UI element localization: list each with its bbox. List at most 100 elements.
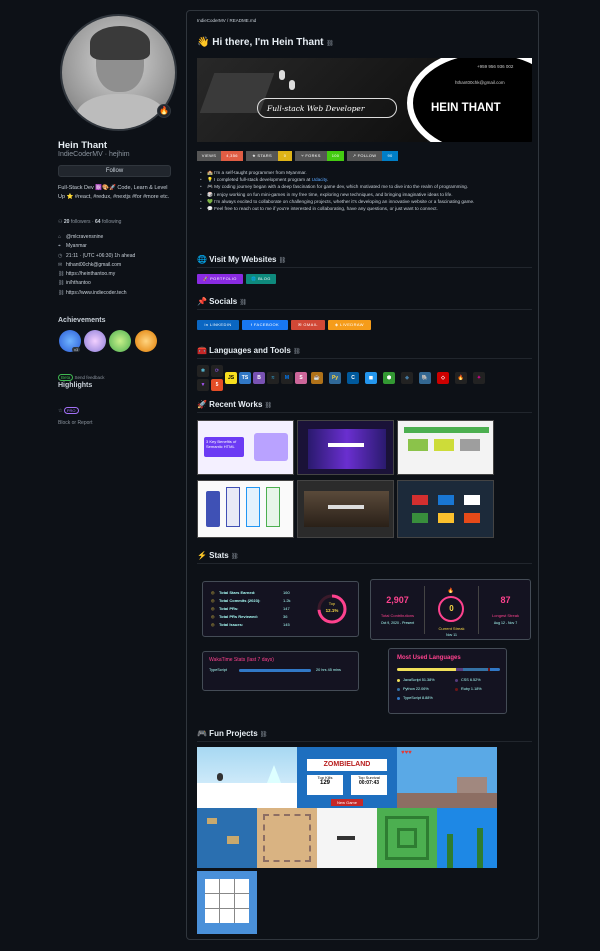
project-platformer[interactable]: ♥♥♥	[397, 747, 497, 808]
work-thumbnail-game-site[interactable]	[297, 420, 394, 475]
work-thumbnail-landing[interactable]	[297, 480, 394, 538]
github-stats-card[interactable]: ◎ Total Stars Earned: 160 ◎ Total Commits (2…	[202, 581, 359, 637]
stat-row-label: Total Stars Earned:	[219, 590, 256, 595]
org-icon: ⌂	[58, 234, 62, 240]
graphql-icon: ✦	[473, 372, 485, 384]
docker-icon: ◼	[365, 372, 377, 384]
shield-follow-value[interactable]: 90	[382, 151, 398, 161]
work-thumbnail-countries[interactable]	[397, 480, 494, 538]
achievement-badge-yolo[interactable]	[84, 330, 106, 352]
shield-forks-label[interactable]: ⑂ FORKS	[295, 151, 327, 161]
mail-icon: ✉	[58, 261, 63, 268]
anchor-link-icon[interactable]: ⛓	[326, 41, 334, 47]
meta-email[interactable]: ✉ hthant00chk@gmail.com	[58, 262, 135, 271]
portfolio-button[interactable]: 🚀 PORTFOLIO	[197, 274, 243, 284]
meta-linkedin[interactable]: ⛓ in/hthantoo	[58, 280, 135, 289]
anchor-link-icon[interactable]: ⛓	[265, 403, 273, 409]
facebook-button[interactable]: f FACEBOOK	[242, 320, 288, 330]
achievements-heading[interactable]: Achievements	[58, 317, 105, 324]
js-icon: JS	[225, 372, 237, 384]
wakatime-bar-fill	[239, 669, 311, 672]
meta-blog[interactable]: ⛓ https://www.indiecoder.tech	[58, 290, 135, 299]
intro-list: 🏫 I'm a self-taught programmer from Myan…	[200, 169, 535, 212]
tailwind-icon: ≈	[267, 372, 279, 384]
postgres-icon: 🐘	[419, 372, 431, 384]
project-board-game[interactable]	[257, 808, 317, 868]
shield-forks-value[interactable]: 100	[327, 151, 344, 161]
language-bar-segment	[463, 668, 489, 671]
project-snake-game[interactable]	[317, 808, 377, 868]
anchor-link-icon[interactable]: ⛓	[231, 554, 239, 560]
languages-bar	[397, 668, 500, 671]
top-survival-box: Top Survival 00:07:43	[351, 775, 387, 795]
stat-row-value: 1.2k	[283, 598, 291, 603]
project-maze-game[interactable]	[377, 808, 437, 868]
shield-views-label[interactable]: VIEWS	[197, 151, 221, 161]
language-bar-segment	[489, 668, 500, 671]
streak-card[interactable]: 2,907 Total Contributions Oct 9, 2020 - …	[370, 579, 531, 640]
project-map-game[interactable]	[197, 808, 257, 868]
send-feedback-link[interactable]: Send feedback	[75, 375, 105, 380]
pro-badge: PRO	[63, 407, 79, 414]
sass-icon: S	[295, 372, 307, 384]
streak-longest-range: Aug 12 - Nov 7	[493, 621, 518, 625]
zombieland-title: ZOMBIELAND	[307, 759, 387, 771]
shield-views-value[interactable]: 4,356	[221, 151, 243, 161]
achievement-badge-quickdraw[interactable]	[109, 330, 131, 352]
meta-org[interactable]: ⌂ @mlcravensnine	[58, 234, 135, 243]
anchor-link-icon[interactable]: ⛓	[279, 258, 287, 264]
node-icon: ⬢	[383, 372, 395, 384]
followers-line[interactable]: ⚇ 20 followers · 64 following	[58, 219, 121, 225]
following-count[interactable]: 64	[95, 219, 101, 225]
rank-label: Top	[328, 601, 336, 606]
project-penguin-game[interactable]	[197, 747, 297, 808]
stat-row-icon: ◎	[211, 598, 215, 603]
streak-total: 2,907	[386, 595, 409, 605]
followers-count[interactable]: 20	[64, 219, 70, 225]
beta-label: Beta	[58, 374, 74, 381]
languages-card[interactable]: Most Used Languages JavaScript 51.38% CSS…	[388, 648, 507, 714]
tools-heading: 🧰 Languages and Tools ⛓	[197, 346, 301, 355]
anchor-link-icon[interactable]: ⛓	[239, 300, 247, 306]
following-label: following	[101, 219, 122, 225]
readme-banner: Full-stack Web Developer +959 956 936 00…	[197, 58, 532, 142]
beta-feedback: Beta Send feedback	[58, 374, 105, 381]
linkedin-button[interactable]: in LINKEDIN	[197, 320, 239, 330]
stat-row-label: Total Issues:	[219, 622, 244, 627]
profile-bio: Full-Stack Dev ⚛️🎨🚀 Code, Learn & Level …	[58, 185, 170, 200]
project-zombieland[interactable]: ZOMBIELAND Top Kills 129 Top Survival 00:0…	[297, 747, 397, 808]
work-thumbnail-dashboard[interactable]	[397, 420, 494, 475]
anchor-link-icon[interactable]: ⛓	[293, 349, 301, 355]
banner-phone: +959 956 936 002	[477, 64, 514, 69]
mui-icon: M	[281, 372, 293, 384]
readme-path[interactable]: IndieCoderMV / README.md	[197, 18, 256, 23]
streak-longest: 87	[500, 595, 511, 605]
shield-follow-label[interactable]: ↗ FOLLOW	[347, 151, 382, 161]
react-icon: ⚛	[197, 365, 209, 377]
project-flappy-game[interactable]	[437, 808, 497, 868]
language-dot	[397, 679, 400, 682]
block-report-link[interactable]: Block or Report	[58, 420, 92, 426]
anchor-link-icon[interactable]: ⛓	[260, 732, 268, 738]
udacity-link[interactable]: Udacity	[312, 177, 327, 182]
livedraw-button[interactable]: ◈ LIVEDRAW	[328, 320, 371, 330]
work-thumbnail-mobile-app[interactable]	[197, 480, 294, 538]
follow-button[interactable]: Follow	[58, 165, 171, 177]
gmail-button[interactable]: ✉ GMAIL	[291, 320, 325, 330]
achievement-badge-starstruck[interactable]	[135, 330, 157, 352]
project-tic-tac-toe[interactable]	[197, 871, 257, 934]
star-icon: ☆	[58, 408, 63, 414]
blog-button[interactable]: 🌐 BLOG	[246, 274, 276, 284]
wakatime-card[interactable]: WakaTime Stats (last 7 days) TypeScript …	[202, 651, 359, 691]
stat-row-label: Total Commits (2023):	[219, 598, 261, 603]
language-bar-segment	[397, 668, 456, 671]
meta-time: ◷ 21:11 · (UTC +06:30) 1h ahead	[58, 252, 136, 259]
stat-row-icon: ◎	[211, 590, 215, 595]
status-fire-icon[interactable]: 🔥	[157, 104, 171, 118]
shield-stars-value[interactable]: 0	[278, 151, 292, 161]
wakatime-time: 20 hrs 45 mins	[316, 668, 341, 672]
new-game-button[interactable]: New Game	[331, 799, 363, 806]
work-thumbnail-semantic-html[interactable]: 3 Key Benefits of Semantic HTML	[197, 420, 294, 475]
intro-item: 💚 I'm always excited to collaborate on c…	[200, 198, 535, 205]
shield-stars-label[interactable]: ★ STARS	[246, 151, 278, 161]
